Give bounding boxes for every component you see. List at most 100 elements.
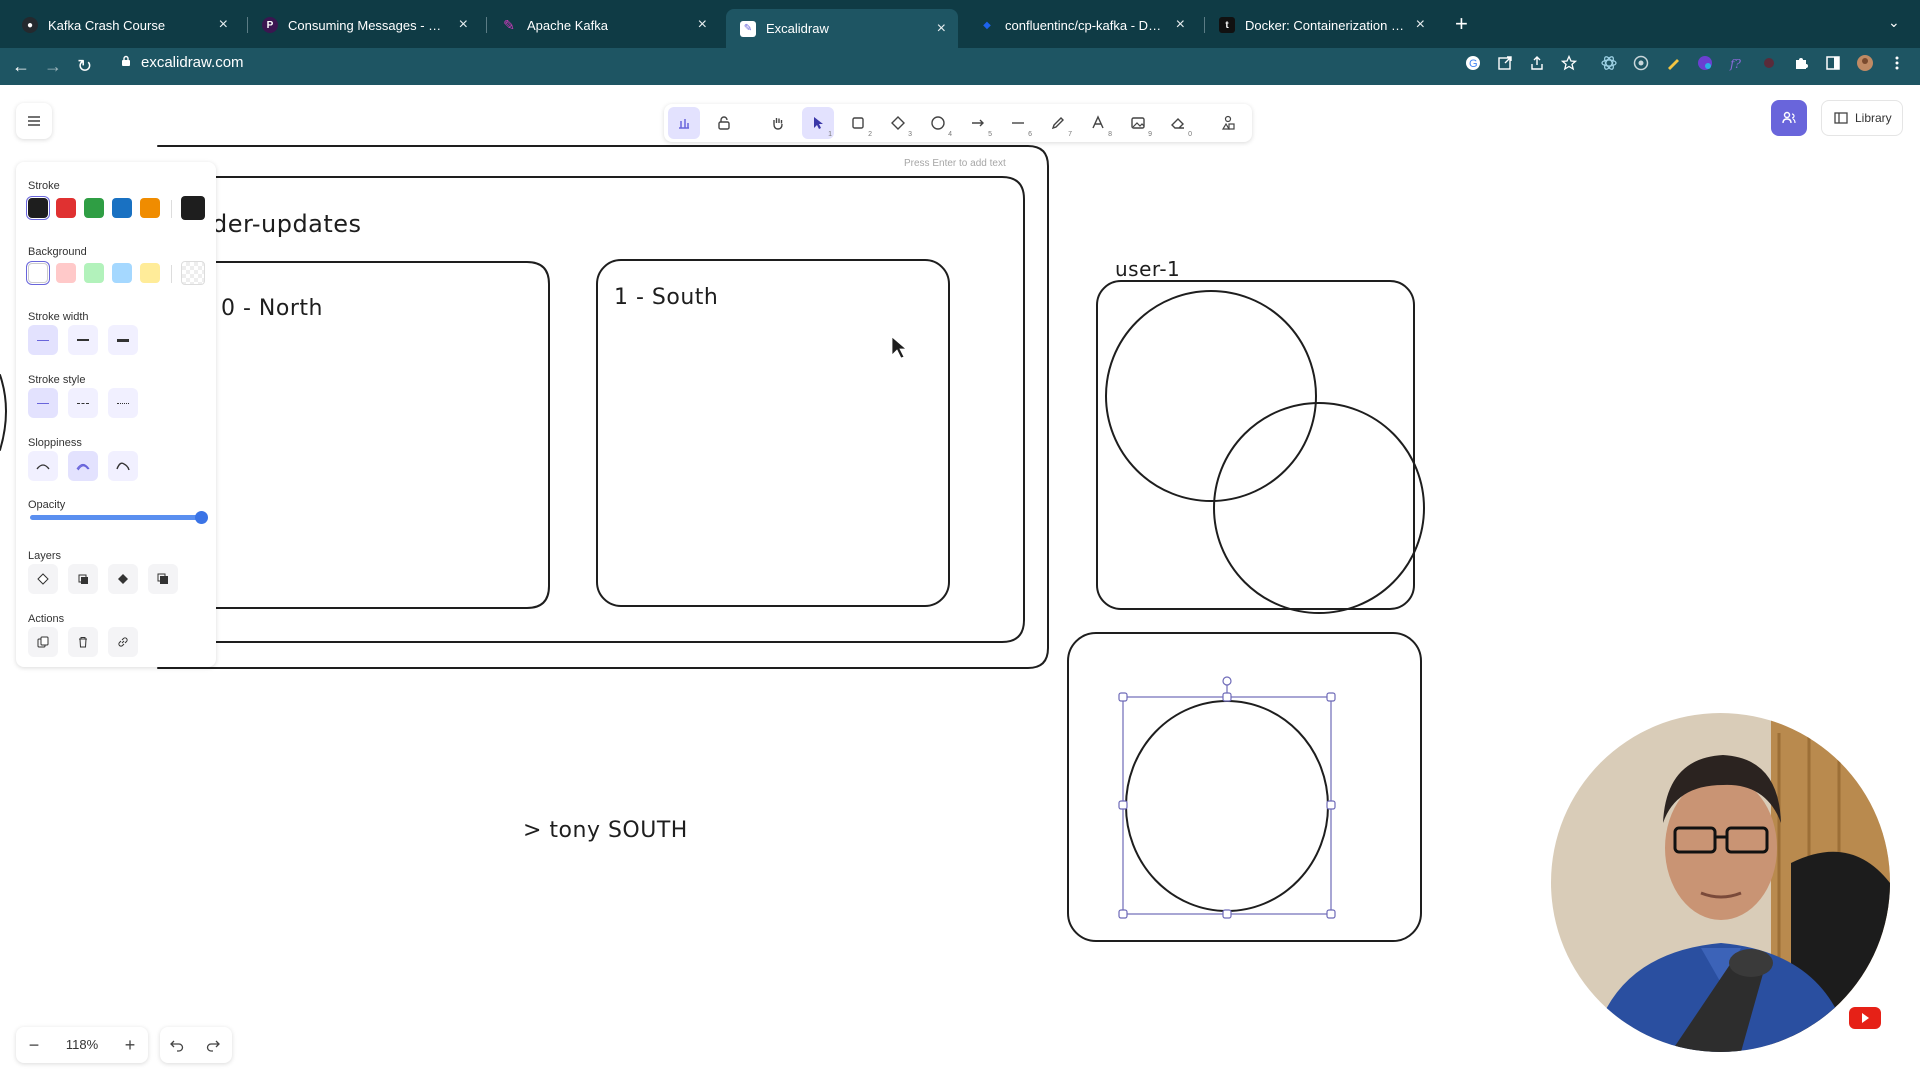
topic-title-text[interactable]: der-updates — [212, 210, 362, 238]
zoom-out-button[interactable]: − — [16, 1027, 52, 1063]
sidebar-toggle-icon[interactable] — [1825, 55, 1841, 71]
tool-ellipse[interactable]: 4 — [922, 107, 954, 139]
bring-to-front-button[interactable] — [148, 564, 178, 594]
opacity-slider-thumb[interactable] — [195, 511, 208, 524]
stroke-swatch-black[interactable] — [28, 198, 48, 218]
sloppiness-cartoonist[interactable] — [108, 451, 138, 481]
url-field[interactable]: excalidraw.com — [141, 54, 244, 71]
stroke-current-color[interactable] — [181, 196, 205, 220]
bg-swatch-transparent[interactable] — [28, 263, 48, 283]
redo-icon[interactable] — [206, 1038, 220, 1052]
fx-extension-icon[interactable]: f? — [1729, 55, 1745, 71]
partition-0-label[interactable]: 0 - North — [221, 296, 323, 321]
resize-handle[interactable] — [1222, 692, 1232, 702]
tool-diamond[interactable]: 3 — [882, 107, 914, 139]
send-to-back-button[interactable] — [28, 564, 58, 594]
stroke-swatch-orange[interactable] — [140, 198, 160, 218]
puzzle-extensions-icon[interactable] — [1793, 55, 1809, 71]
sloppiness-artist[interactable] — [68, 451, 98, 481]
open-external-icon[interactable] — [1497, 55, 1513, 71]
tool-draw[interactable]: 7 — [1042, 107, 1074, 139]
resize-handle[interactable] — [1118, 692, 1128, 702]
resize-handle[interactable] — [1222, 909, 1232, 919]
bg-swatch-blue[interactable] — [112, 263, 132, 283]
chevron-down-icon[interactable]: ⌄ — [1888, 14, 1900, 31]
reload-icon[interactable]: ↻ — [77, 54, 92, 78]
close-tab-icon[interactable]: × — [1176, 16, 1185, 34]
delete-button[interactable] — [68, 627, 98, 657]
close-tab-icon[interactable]: × — [219, 16, 228, 34]
tab-excalidraw[interactable]: ✎ Excalidraw × — [726, 9, 958, 48]
tool-line[interactable]: 6 — [1002, 107, 1034, 139]
tool-rectangle[interactable]: 2 — [842, 107, 874, 139]
library-button[interactable]: Library — [1821, 100, 1903, 136]
stroke-swatch-blue[interactable] — [112, 198, 132, 218]
collaborate-button[interactable] — [1771, 100, 1807, 136]
google-icon[interactable]: G — [1465, 55, 1481, 71]
tool-selection[interactable]: 1 — [802, 107, 834, 139]
tab-docker-containerization[interactable]: t Docker: Containerization for M × — [1205, 9, 1437, 41]
resize-handle[interactable] — [1326, 800, 1336, 810]
react-devtools-icon[interactable] — [1601, 55, 1617, 71]
tab-cp-kafka-docker[interactable]: ◆ confluentinc/cp-kafka - Docker × — [965, 9, 1197, 41]
zoom-level[interactable]: 118% — [62, 1037, 102, 1052]
colorful-extension-icon[interactable] — [1697, 55, 1713, 71]
tool-more-shapes[interactable] — [1212, 107, 1244, 139]
stroke-swatch-red[interactable] — [56, 198, 76, 218]
target-extension-icon[interactable] — [1633, 55, 1649, 71]
zoom-in-button[interactable]: + — [112, 1027, 148, 1063]
bg-swatch-red[interactable] — [56, 263, 76, 283]
stroke-width-thin[interactable] — [28, 325, 58, 355]
sloppiness-architect[interactable] — [28, 451, 58, 481]
close-tab-icon[interactable]: × — [698, 16, 707, 34]
close-tab-icon[interactable]: × — [459, 16, 468, 34]
tool-text[interactable]: 8 — [1082, 107, 1114, 139]
bg-current-color[interactable] — [181, 261, 205, 285]
dark-extension-icon[interactable] — [1761, 55, 1777, 71]
link-button[interactable] — [108, 627, 138, 657]
keep-tool-active-button[interactable] — [668, 107, 700, 139]
stroke-style-dashed[interactable] — [68, 388, 98, 418]
duplicate-button[interactable] — [28, 627, 58, 657]
main-menu-button[interactable] — [16, 103, 52, 139]
tab-apache-kafka[interactable]: ✎ Apache Kafka × — [487, 9, 719, 41]
browser-tab-bar: ● Kafka Crash Course × P Consuming Messa… — [0, 0, 1920, 48]
pencil-extension-icon[interactable] — [1665, 55, 1681, 71]
share-icon[interactable] — [1529, 55, 1545, 71]
stroke-style-solid[interactable] — [28, 388, 58, 418]
back-arrow-icon[interactable]: ← — [12, 54, 30, 78]
bring-forward-button[interactable] — [108, 564, 138, 594]
selected-circle[interactable] — [1125, 700, 1329, 912]
rotation-handle[interactable] — [1222, 676, 1232, 686]
tool-image[interactable]: 9 — [1122, 107, 1154, 139]
close-tab-icon[interactable]: × — [1416, 16, 1425, 34]
tab-kafka-crash-course[interactable]: ● Kafka Crash Course × — [8, 9, 240, 41]
stroke-width-bold[interactable] — [68, 325, 98, 355]
tool-hand[interactable] — [762, 107, 794, 139]
partition-1-label[interactable]: 1 - South — [614, 285, 718, 310]
bg-swatch-green[interactable] — [84, 263, 104, 283]
forward-arrow-icon[interactable]: → — [44, 54, 62, 78]
tool-eraser[interactable]: 0 — [1162, 107, 1194, 139]
stroke-swatch-green[interactable] — [84, 198, 104, 218]
tab-consuming-messages[interactable]: P Consuming Messages - KafkaJS × — [248, 9, 480, 41]
new-tab-button[interactable]: + — [1455, 12, 1468, 36]
stroke-style-dotted[interactable] — [108, 388, 138, 418]
resize-handle[interactable] — [1118, 800, 1128, 810]
resize-handle[interactable] — [1118, 909, 1128, 919]
bg-swatch-yellow[interactable] — [140, 263, 160, 283]
message-text[interactable]: > tony SOUTH — [523, 818, 688, 843]
send-backward-button[interactable] — [68, 564, 98, 594]
stroke-width-extra-bold[interactable] — [108, 325, 138, 355]
tool-lock[interactable] — [708, 107, 740, 139]
profile-avatar-icon[interactable] — [1857, 55, 1873, 71]
opacity-slider-track[interactable] — [30, 515, 202, 520]
consumer-label[interactable]: user-1 — [1115, 257, 1180, 281]
close-tab-icon[interactable]: × — [937, 20, 946, 38]
resize-handle[interactable] — [1326, 692, 1336, 702]
resize-handle[interactable] — [1326, 909, 1336, 919]
star-icon[interactable] — [1561, 55, 1577, 71]
undo-icon[interactable] — [170, 1038, 184, 1052]
kebab-menu-icon[interactable] — [1889, 55, 1905, 71]
tool-arrow[interactable]: 5 — [962, 107, 994, 139]
